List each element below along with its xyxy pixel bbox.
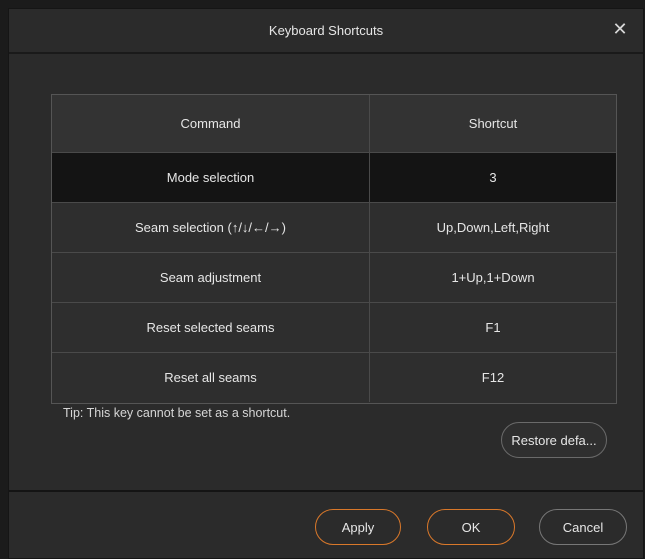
command-cell: Seam selection (↑/↓/←/→) [52, 203, 370, 252]
divider [9, 490, 643, 492]
close-icon[interactable]: ✕ [609, 19, 631, 41]
title-bar: Keyboard Shortcuts ✕ [9, 9, 643, 54]
column-header-shortcut: Shortcut [468, 116, 518, 131]
column-header-command: Command [52, 95, 370, 152]
shortcut-cell[interactable]: F12 [370, 353, 616, 402]
shortcut-cell[interactable]: F1 [370, 303, 616, 352]
apply-button[interactable]: Apply [315, 509, 401, 545]
shortcut-cell[interactable]: Up,Down,Left,Right [370, 203, 616, 252]
table-header-row: Command Shortcut [52, 95, 616, 153]
shortcuts-table: Command Shortcut Mode selection 3 Seam s… [51, 94, 617, 404]
table-row[interactable]: Reset all seams F12 [52, 353, 616, 402]
restore-defaults-button[interactable]: Restore defa... [501, 422, 607, 458]
command-cell: Reset all seams [52, 353, 370, 402]
ok-button[interactable]: OK [427, 509, 515, 545]
dialog-title: Keyboard Shortcuts [268, 23, 384, 38]
command-cell: Mode selection [52, 153, 370, 202]
table-row[interactable]: Seam selection (↑/↓/←/→) Up,Down,Left,Ri… [52, 203, 616, 253]
shortcut-cell[interactable]: 1+Up,1+Down [370, 253, 616, 302]
tip-text: Tip: This key cannot be set as a shortcu… [63, 406, 291, 420]
shortcut-cell[interactable]: 3 [370, 153, 616, 202]
cancel-button[interactable]: Cancel [539, 509, 627, 545]
table-row[interactable]: Mode selection 3 [52, 153, 616, 203]
keyboard-shortcuts-dialog: Keyboard Shortcuts ✕ Command Shortcut Mo… [8, 8, 644, 559]
table-row[interactable]: Reset selected seams F1 [52, 303, 616, 353]
command-cell: Reset selected seams [52, 303, 370, 352]
table-row[interactable]: Seam adjustment 1+Up,1+Down [52, 253, 616, 303]
command-cell: Seam adjustment [52, 253, 370, 302]
